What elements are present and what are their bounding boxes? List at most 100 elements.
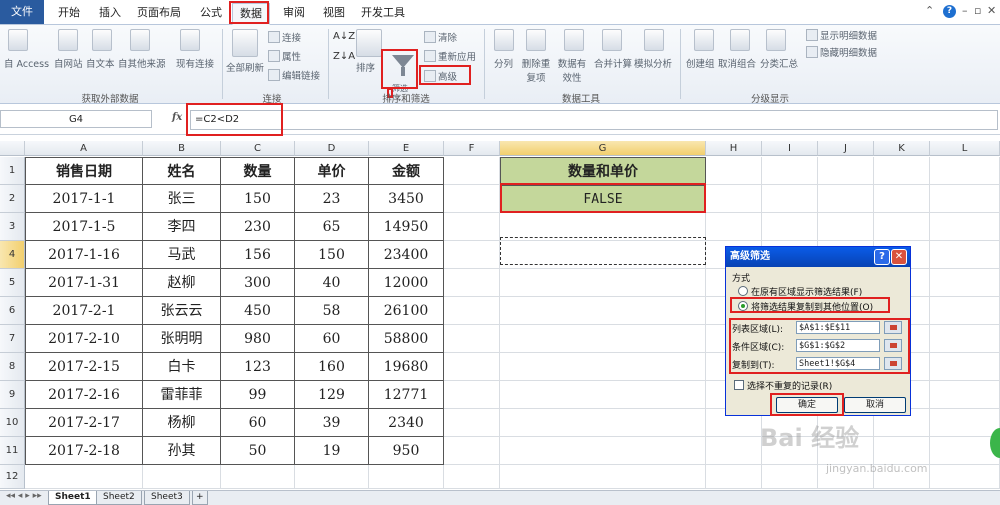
- sort-button[interactable]: [356, 29, 382, 60]
- criteria-range-input[interactable]: $G$1:$G$2: [796, 339, 880, 352]
- table-cell[interactable]: 张云云: [143, 297, 221, 325]
- grid-cell[interactable]: [930, 409, 1000, 437]
- table-cell[interactable]: 50: [221, 437, 295, 465]
- grid-cell[interactable]: [930, 325, 1000, 353]
- advanced-filter-button[interactable]: 高级: [424, 69, 457, 83]
- table-cell[interactable]: 60: [221, 409, 295, 437]
- table-cell[interactable]: 99: [221, 381, 295, 409]
- tab-file[interactable]: 文件: [0, 0, 44, 24]
- formula-input[interactable]: =C2<D2: [190, 110, 998, 130]
- col-header-l[interactable]: L: [930, 141, 1000, 156]
- grid-cell[interactable]: [930, 241, 1000, 269]
- table-cell[interactable]: 白卡: [143, 353, 221, 381]
- copy-to-collapse-icon[interactable]: [884, 357, 902, 370]
- row-header-5[interactable]: 5: [0, 269, 25, 297]
- grid-cell[interactable]: [444, 213, 500, 241]
- row-header-1[interactable]: 1: [0, 157, 25, 185]
- table-cell[interactable]: 杨柳: [143, 409, 221, 437]
- table-cell[interactable]: 2017-2-15: [25, 353, 143, 381]
- window-restore-icon[interactable]: ▫: [974, 4, 981, 17]
- tab-insert[interactable]: 插入: [93, 3, 127, 22]
- edit-links-button[interactable]: 编辑链接: [268, 68, 320, 82]
- header-price[interactable]: 单价: [295, 157, 369, 185]
- ungroup-button[interactable]: [730, 29, 750, 54]
- option-inplace[interactable]: 在原有区域显示筛选结果(F): [738, 285, 862, 298]
- table-cell[interactable]: 23400: [369, 241, 444, 269]
- grid-cell[interactable]: [762, 185, 818, 213]
- grid-cell[interactable]: [762, 465, 818, 489]
- table-cell[interactable]: 马武: [143, 241, 221, 269]
- sheet-tab-3[interactable]: Sheet3: [144, 491, 190, 505]
- option-copy[interactable]: 将筛选结果复制到其他位置(O): [738, 300, 873, 313]
- select-all-corner[interactable]: [0, 141, 25, 156]
- table-cell[interactable]: 2017-2-17: [25, 409, 143, 437]
- grid-cell[interactable]: [221, 465, 295, 489]
- remove-duplicates-button[interactable]: [526, 29, 546, 54]
- col-header-f[interactable]: F: [444, 141, 500, 156]
- col-header-i[interactable]: I: [762, 141, 818, 156]
- show-detail-button[interactable]: 显示明细数据: [806, 28, 877, 42]
- table-cell[interactable]: 2017-1-16: [25, 241, 143, 269]
- consolidate-button[interactable]: [602, 29, 622, 54]
- header-date[interactable]: 销售日期: [25, 157, 143, 185]
- grid-cell[interactable]: [818, 185, 874, 213]
- table-cell[interactable]: 23: [295, 185, 369, 213]
- unique-records-checkbox[interactable]: [734, 380, 744, 390]
- col-header-e[interactable]: E: [369, 141, 444, 156]
- row-header-8[interactable]: 8: [0, 353, 25, 381]
- grid-cell[interactable]: [500, 409, 706, 437]
- table-cell[interactable]: 孙其: [143, 437, 221, 465]
- grid-cell[interactable]: [874, 185, 930, 213]
- window-close-icon[interactable]: ✕: [987, 4, 996, 17]
- dialog-close-icon[interactable]: ✕: [891, 249, 907, 265]
- grid-cell[interactable]: [930, 157, 1000, 185]
- table-cell[interactable]: 2017-2-16: [25, 381, 143, 409]
- row-header-2[interactable]: 2: [0, 185, 25, 213]
- tab-page-layout[interactable]: 页面布局: [134, 3, 184, 22]
- table-cell[interactable]: 2017-2-18: [25, 437, 143, 465]
- table-cell[interactable]: 26100: [369, 297, 444, 325]
- table-cell[interactable]: 160: [295, 353, 369, 381]
- grid-cell[interactable]: [25, 465, 143, 489]
- row-header-4[interactable]: 4: [0, 241, 25, 269]
- table-cell[interactable]: 2340: [369, 409, 444, 437]
- list-range-input[interactable]: $A$1:$E$11: [796, 321, 880, 334]
- from-web-button[interactable]: [58, 29, 78, 54]
- row-header-12[interactable]: 12: [0, 465, 25, 489]
- tab-review[interactable]: 审阅: [277, 3, 311, 22]
- group-button[interactable]: [694, 29, 714, 54]
- header-qty[interactable]: 数量: [221, 157, 295, 185]
- table-cell[interactable]: 2017-1-5: [25, 213, 143, 241]
- table-cell[interactable]: 129: [295, 381, 369, 409]
- from-other-button[interactable]: [130, 29, 150, 54]
- new-sheet-icon[interactable]: +: [192, 491, 208, 505]
- grid-cell[interactable]: [500, 269, 706, 297]
- table-cell[interactable]: 60: [295, 325, 369, 353]
- table-cell[interactable]: 2017-2-10: [25, 325, 143, 353]
- col-header-j[interactable]: J: [818, 141, 874, 156]
- hide-detail-button[interactable]: 隐藏明细数据: [806, 45, 877, 59]
- col-header-d[interactable]: D: [295, 141, 369, 156]
- reapply-button[interactable]: 重新应用: [424, 49, 476, 63]
- grid-cell[interactable]: [874, 437, 930, 465]
- grid-cell[interactable]: [930, 381, 1000, 409]
- grid-cell[interactable]: [706, 465, 762, 489]
- from-access-button[interactable]: [8, 29, 28, 54]
- sort-az-icon[interactable]: A↓Z: [333, 31, 355, 42]
- grid-cell[interactable]: [444, 269, 500, 297]
- grid-cell[interactable]: [369, 465, 444, 489]
- table-cell[interactable]: 450: [221, 297, 295, 325]
- grid-cell[interactable]: [818, 157, 874, 185]
- sort-za-icon[interactable]: Z↓A: [333, 51, 355, 62]
- grid-cell[interactable]: [874, 157, 930, 185]
- col-header-b[interactable]: B: [143, 141, 221, 156]
- window-minimize-icon[interactable]: –: [962, 4, 968, 17]
- table-cell[interactable]: 156: [221, 241, 295, 269]
- grid-cell[interactable]: [444, 241, 500, 269]
- grid-cell[interactable]: [930, 297, 1000, 325]
- table-cell[interactable]: 19: [295, 437, 369, 465]
- criteria-value-cell[interactable]: FALSE: [500, 185, 706, 213]
- col-header-g[interactable]: G: [500, 141, 706, 156]
- grid-cell[interactable]: [444, 325, 500, 353]
- grid-cell[interactable]: [444, 409, 500, 437]
